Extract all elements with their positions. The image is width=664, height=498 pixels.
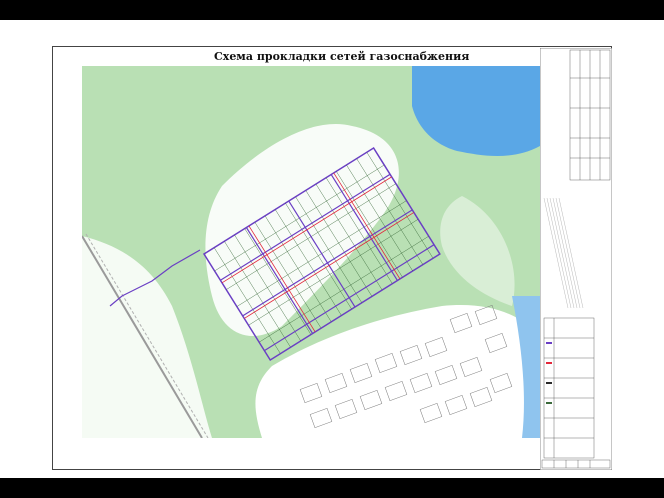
map-title: Схема прокладки сетей газоснабжения xyxy=(214,50,470,63)
top-black-bar xyxy=(0,0,664,20)
bottom-black-bar xyxy=(0,478,664,498)
gas-network-map xyxy=(82,66,540,438)
drawing-title-block xyxy=(540,48,612,470)
